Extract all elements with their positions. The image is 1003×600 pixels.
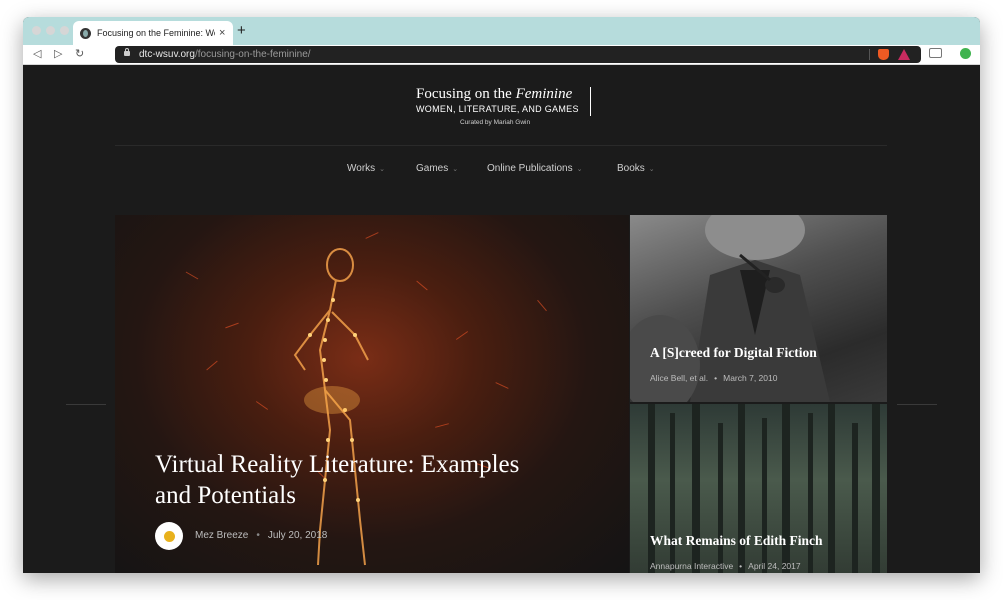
chevron-down-icon: ⌄ (379, 166, 386, 173)
extension-icon[interactable] (960, 48, 971, 59)
post-card[interactable]: What Remains of Edith Finch Annapurna In… (630, 404, 887, 573)
logo-divider (590, 87, 591, 116)
post-date: July 20, 2018 (267, 530, 328, 541)
post-card-title[interactable]: What Remains of Edith Finch (650, 533, 823, 549)
site-title-prefix: Focusing on the (416, 86, 516, 102)
lock-icon (124, 48, 130, 56)
featured-post[interactable]: Virtual Reality Literature: Examples and… (115, 215, 629, 573)
forward-button[interactable]: ▷ (54, 47, 62, 62)
site-title[interactable]: Focusing on the Feminine (416, 86, 572, 103)
camera-icon[interactable] (929, 48, 942, 58)
author-avatar[interactable] (155, 522, 183, 550)
brave-shields-icon[interactable] (878, 49, 889, 60)
glowing-figure-image (293, 248, 369, 566)
tab-close-icon[interactable]: × (219, 27, 225, 39)
site-title-italic: Feminine (515, 86, 573, 102)
browser-window: Focusing on the Feminine: Women, Literat… (23, 17, 980, 573)
right-divider (897, 404, 937, 405)
url-path: /focusing-on-the-feminine/ (194, 49, 311, 60)
featured-post-meta: Mez Breeze • July 20, 2018 (195, 530, 327, 541)
url-text[interactable]: dtc-wsuv.org/focusing-on-the-feminine/ (139, 48, 311, 61)
site-curator: Curated by Mariah Gwin (460, 119, 531, 126)
maximize-window-button[interactable] (60, 26, 69, 35)
meta-separator: • (714, 373, 718, 383)
globe-icon (80, 27, 91, 39)
featured-post-title[interactable]: Virtual Reality Literature: Examples and… (155, 449, 535, 511)
chevron-down-icon: ⌄ (648, 166, 655, 173)
back-button[interactable]: ◁ (33, 47, 41, 62)
tab-strip: Focusing on the Feminine: Women, Literat… (23, 17, 980, 45)
post-card-date: April 24, 2017 (748, 561, 801, 571)
post-card-title[interactable]: A [S]creed for Digital Fiction (650, 345, 817, 361)
post-card[interactable]: A [S]creed for Digital Fiction Alice Bel… (630, 215, 887, 402)
author-name[interactable]: Mez Breeze (195, 530, 248, 541)
meta-separator: • (739, 561, 743, 571)
url-divider (869, 49, 870, 60)
brave-rewards-icon[interactable] (898, 49, 910, 60)
url-domain: dtc-wsuv.org (139, 49, 195, 60)
new-tab-button[interactable]: + (237, 22, 246, 40)
post-card-meta: Alice Bell, et al. • March 7, 2010 (650, 373, 777, 383)
tab-title: Focusing on the Feminine: Women, Literat… (97, 28, 215, 38)
post-card-author[interactable]: Alice Bell, et al. (650, 373, 708, 383)
nav-item-games[interactable]: Games ⌄ (416, 163, 458, 174)
browser-tab[interactable]: Focusing on the Feminine: Women, Literat… (73, 21, 233, 45)
web-page: Focusing on the Feminine WOMEN, LITERATU… (23, 65, 980, 573)
nav-item-label: Games (416, 163, 449, 174)
nav-item-online-publications[interactable]: Online Publications ⌄ (487, 163, 582, 174)
meta-separator: • (256, 530, 260, 541)
chevron-down-icon: ⌄ (576, 166, 583, 173)
reload-button[interactable]: ↻ (75, 47, 84, 62)
close-window-button[interactable] (32, 26, 41, 35)
nav-item-books[interactable]: Books ⌄ (617, 163, 655, 174)
nav-item-works[interactable]: Works ⌄ (347, 163, 385, 174)
minimize-window-button[interactable] (46, 26, 55, 35)
browser-toolbar: ◁ ▷ ↻ dtc-wsuv.org/focusing-on-the-femin… (23, 45, 980, 65)
chevron-down-icon: ⌄ (452, 166, 459, 173)
nav-item-label: Books (617, 163, 645, 174)
left-divider (66, 404, 106, 405)
nav-item-label: Works (347, 163, 376, 174)
nav-item-label: Online Publications (487, 163, 573, 174)
post-card-meta: Annapurna Interactive • April 24, 2017 (650, 561, 801, 571)
address-bar[interactable]: dtc-wsuv.org/focusing-on-the-feminine/ (115, 46, 921, 63)
post-card-date: March 7, 2010 (723, 373, 778, 383)
site-subtitle: WOMEN, LITERATURE, AND GAMES (416, 104, 579, 114)
post-card-author[interactable]: Annapurna Interactive (650, 561, 733, 571)
header-divider (115, 145, 887, 146)
